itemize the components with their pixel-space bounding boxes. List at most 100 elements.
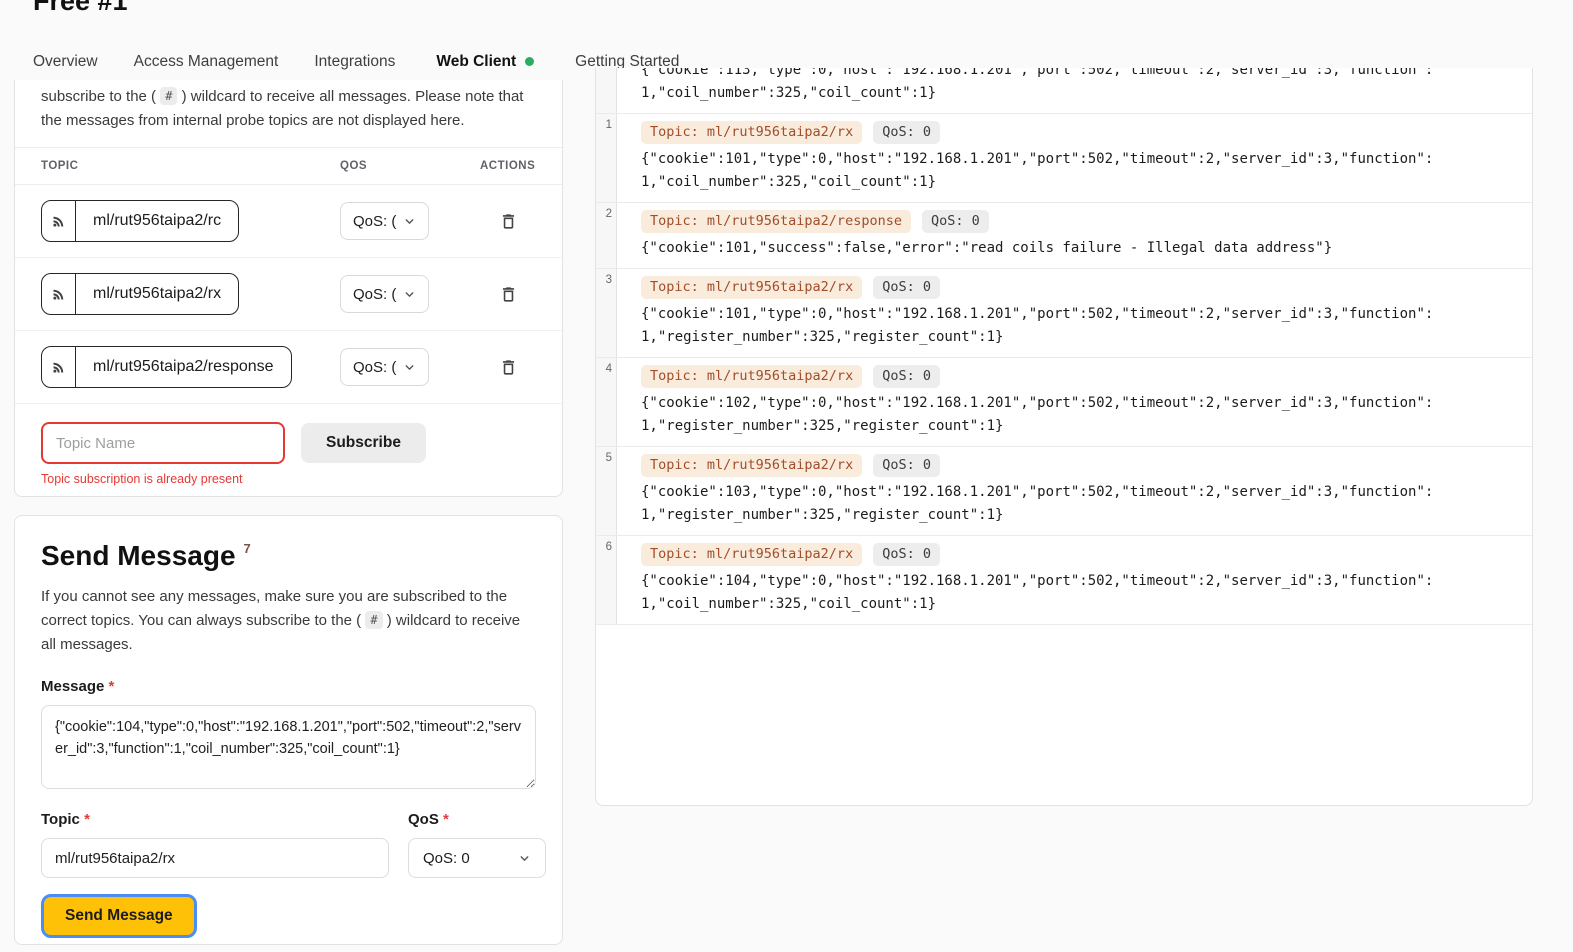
intro-text-before: subscribe to the ( <box>41 88 156 105</box>
subscriptions-intro: subscribe to the ( # ) wildcard to recei… <box>15 80 562 133</box>
chevron-down-icon <box>518 852 531 865</box>
delete-subscription-button[interactable] <box>499 212 518 231</box>
send-message-panel: Send Message 7 If you cannot see any mess… <box>14 515 563 945</box>
qos-badge: QoS: 0 <box>873 121 940 144</box>
hash-wildcard-chip: # <box>365 611 382 629</box>
trash-icon <box>499 285 518 304</box>
tab-label: Overview <box>33 53 98 71</box>
log-line-number: 4 <box>596 358 617 446</box>
message-log-entries: {"cookie":113,"type":0,"host":"192.168.1… <box>596 68 1532 625</box>
send-message-doc-superscript[interactable]: 7 <box>244 541 251 556</box>
topic-badge: Topic: ml/rut956taipa2/rx <box>641 121 862 144</box>
chevron-down-icon <box>403 361 416 374</box>
delete-subscription-button[interactable] <box>499 285 518 304</box>
topic-label-text: Topic <box>41 811 80 828</box>
log-entry: 2 Topic: ml/rut956taipa2/response QoS: 0… <box>596 203 1532 269</box>
log-line-number <box>596 68 617 113</box>
subscription-icon-cell <box>42 347 76 387</box>
send-message-description: If you cannot see any messages, make sur… <box>41 585 536 657</box>
send-message-heading-text: Send Message <box>41 540 236 571</box>
topic-field-label: Topic * <box>41 810 389 830</box>
connected-status-dot <box>525 57 534 66</box>
log-entry: {"cookie":113,"type":0,"host":"192.168.1… <box>596 68 1532 114</box>
log-entry: 5 Topic: ml/rut956taipa2/rx QoS: 0 {"coo… <box>596 447 1532 536</box>
subscription-row: ml/rut956taipa2/rc QoS: ( <box>15 185 562 258</box>
qos-select-value: QoS: ( <box>353 359 396 376</box>
required-asterisk: * <box>84 811 90 828</box>
log-entry: 4 Topic: ml/rut956taipa2/rx QoS: 0 {"coo… <box>596 358 1532 447</box>
chevron-down-icon <box>403 215 416 228</box>
topic-badge: Topic: ml/rut956taipa2/response <box>641 210 911 233</box>
qos-dropdown[interactable]: QoS: ( <box>340 202 429 240</box>
log-payload: {"cookie":101,"type":0,"host":"192.168.1… <box>641 148 1446 194</box>
subscription-row: ml/rut956taipa2/response QoS: ( <box>15 331 562 404</box>
log-line-number: 5 <box>596 447 617 535</box>
message-textarea[interactable]: {"cookie":104,"type":0,"host":"192.168.1… <box>41 705 536 789</box>
qos-dropdown[interactable]: QoS: ( <box>340 348 429 386</box>
send-message-heading: Send Message 7 <box>41 532 536 573</box>
hash-wildcard-chip: # <box>160 87 177 105</box>
log-badge-row: Topic: ml/rut956taipa2/rx QoS: 0 <box>641 365 1510 388</box>
log-line-number: 6 <box>596 536 617 624</box>
log-entry-content: Topic: ml/rut956taipa2/rx QoS: 0 {"cooki… <box>617 358 1532 446</box>
qos-select-value: QoS: ( <box>353 213 396 230</box>
web-client-page: Free #1 Overview Access Management Integra… <box>0 0 1573 952</box>
subscriptions-table: TOPIC QOS ACTIONS ml/rut956taipa2/rc QoS… <box>15 147 562 404</box>
rss-icon <box>51 287 66 302</box>
tab-label: Web Client <box>436 53 516 71</box>
delete-subscription-button[interactable] <box>499 358 518 377</box>
send-qos-select[interactable]: QoS: 0 <box>408 838 546 878</box>
trash-icon <box>499 358 518 377</box>
send-qos-select-value: QoS: 0 <box>423 850 470 867</box>
log-entry: 6 Topic: ml/rut956taipa2/rx QoS: 0 {"coo… <box>596 536 1532 625</box>
subscribe-button[interactable]: Subscribe <box>301 423 426 463</box>
col-header-qos: QOS <box>340 160 480 172</box>
qos-badge: QoS: 0 <box>873 276 940 299</box>
log-entry-content: Topic: ml/rut956taipa2/response QoS: 0 {… <box>617 203 1532 268</box>
log-payload: {"cookie":104,"type":0,"host":"192.168.1… <box>641 570 1446 616</box>
qos-label-text: QoS <box>408 811 439 828</box>
subscription-rows: ml/rut956taipa2/rc QoS: ( ml/rut956taipa… <box>15 185 562 404</box>
log-payload: {"cookie":102,"type":0,"host":"192.168.1… <box>641 392 1446 438</box>
subscription-icon-cell <box>42 274 76 314</box>
page-title: Free #1 <box>33 0 128 17</box>
qos-select-value: QoS: ( <box>353 286 396 303</box>
send-message-button[interactable]: Send Message <box>41 894 197 938</box>
topic-badge: Topic: ml/rut956taipa2/rx <box>641 543 862 566</box>
trash-icon <box>499 212 518 231</box>
log-badge-row: Topic: ml/rut956taipa2/rx QoS: 0 <box>641 276 1510 299</box>
qos-badge: QoS: 0 <box>873 365 940 388</box>
log-entry-content: Topic: ml/rut956taipa2/rx QoS: 0 {"cooki… <box>617 536 1532 624</box>
log-payload: {"cookie":113,"type":0,"host":"192.168.1… <box>641 68 1446 105</box>
topic-chip-label: ml/rut956taipa2/rc <box>76 201 238 241</box>
log-entry-content: {"cookie":113,"type":0,"host":"192.168.1… <box>617 68 1532 113</box>
col-header-actions: ACTIONS <box>480 160 536 172</box>
tab-label: Integrations <box>314 53 395 71</box>
log-payload: {"cookie":101,"type":0,"host":"192.168.1… <box>641 303 1446 349</box>
log-line-number: 2 <box>596 203 617 268</box>
log-badge-row: Topic: ml/rut956taipa2/rx QoS: 0 <box>641 454 1510 477</box>
message-field-label: Message * <box>41 677 536 697</box>
qos-dropdown[interactable]: QoS: ( <box>340 275 429 313</box>
qos-badge: QoS: 0 <box>873 454 940 477</box>
subscribed-topic-chip: ml/rut956taipa2/rc <box>41 200 239 242</box>
topic-name-input[interactable] <box>41 422 285 464</box>
log-entry: 3 Topic: ml/rut956taipa2/rx QoS: 0 {"coo… <box>596 269 1532 358</box>
log-entry: 1 Topic: ml/rut956taipa2/rx QoS: 0 {"coo… <box>596 114 1532 203</box>
log-line-number: 3 <box>596 269 617 357</box>
subscribe-error-message: Topic subscription is already present <box>15 464 562 486</box>
log-entry-content: Topic: ml/rut956taipa2/rx QoS: 0 {"cooki… <box>617 114 1532 202</box>
col-header-topic: TOPIC <box>41 160 340 172</box>
topic-badge: Topic: ml/rut956taipa2/rx <box>641 365 862 388</box>
subscribe-form: Subscribe <box>15 404 562 464</box>
rss-icon <box>51 214 66 229</box>
log-badge-row: Topic: ml/rut956taipa2/rx QoS: 0 <box>641 543 1510 566</box>
log-entry-content: Topic: ml/rut956taipa2/rx QoS: 0 {"cooki… <box>617 447 1532 535</box>
subscription-row: ml/rut956taipa2/rx QoS: ( <box>15 258 562 331</box>
tab-label: Access Management <box>134 53 279 71</box>
topic-chip-label: ml/rut956taipa2/response <box>76 347 291 387</box>
subscribed-topic-chip: ml/rut956taipa2/rx <box>41 273 239 315</box>
subscribed-topic-chip: ml/rut956taipa2/response <box>41 346 292 388</box>
send-topic-input[interactable] <box>41 838 389 878</box>
log-badge-row: Topic: ml/rut956taipa2/rx QoS: 0 <box>641 121 1510 144</box>
